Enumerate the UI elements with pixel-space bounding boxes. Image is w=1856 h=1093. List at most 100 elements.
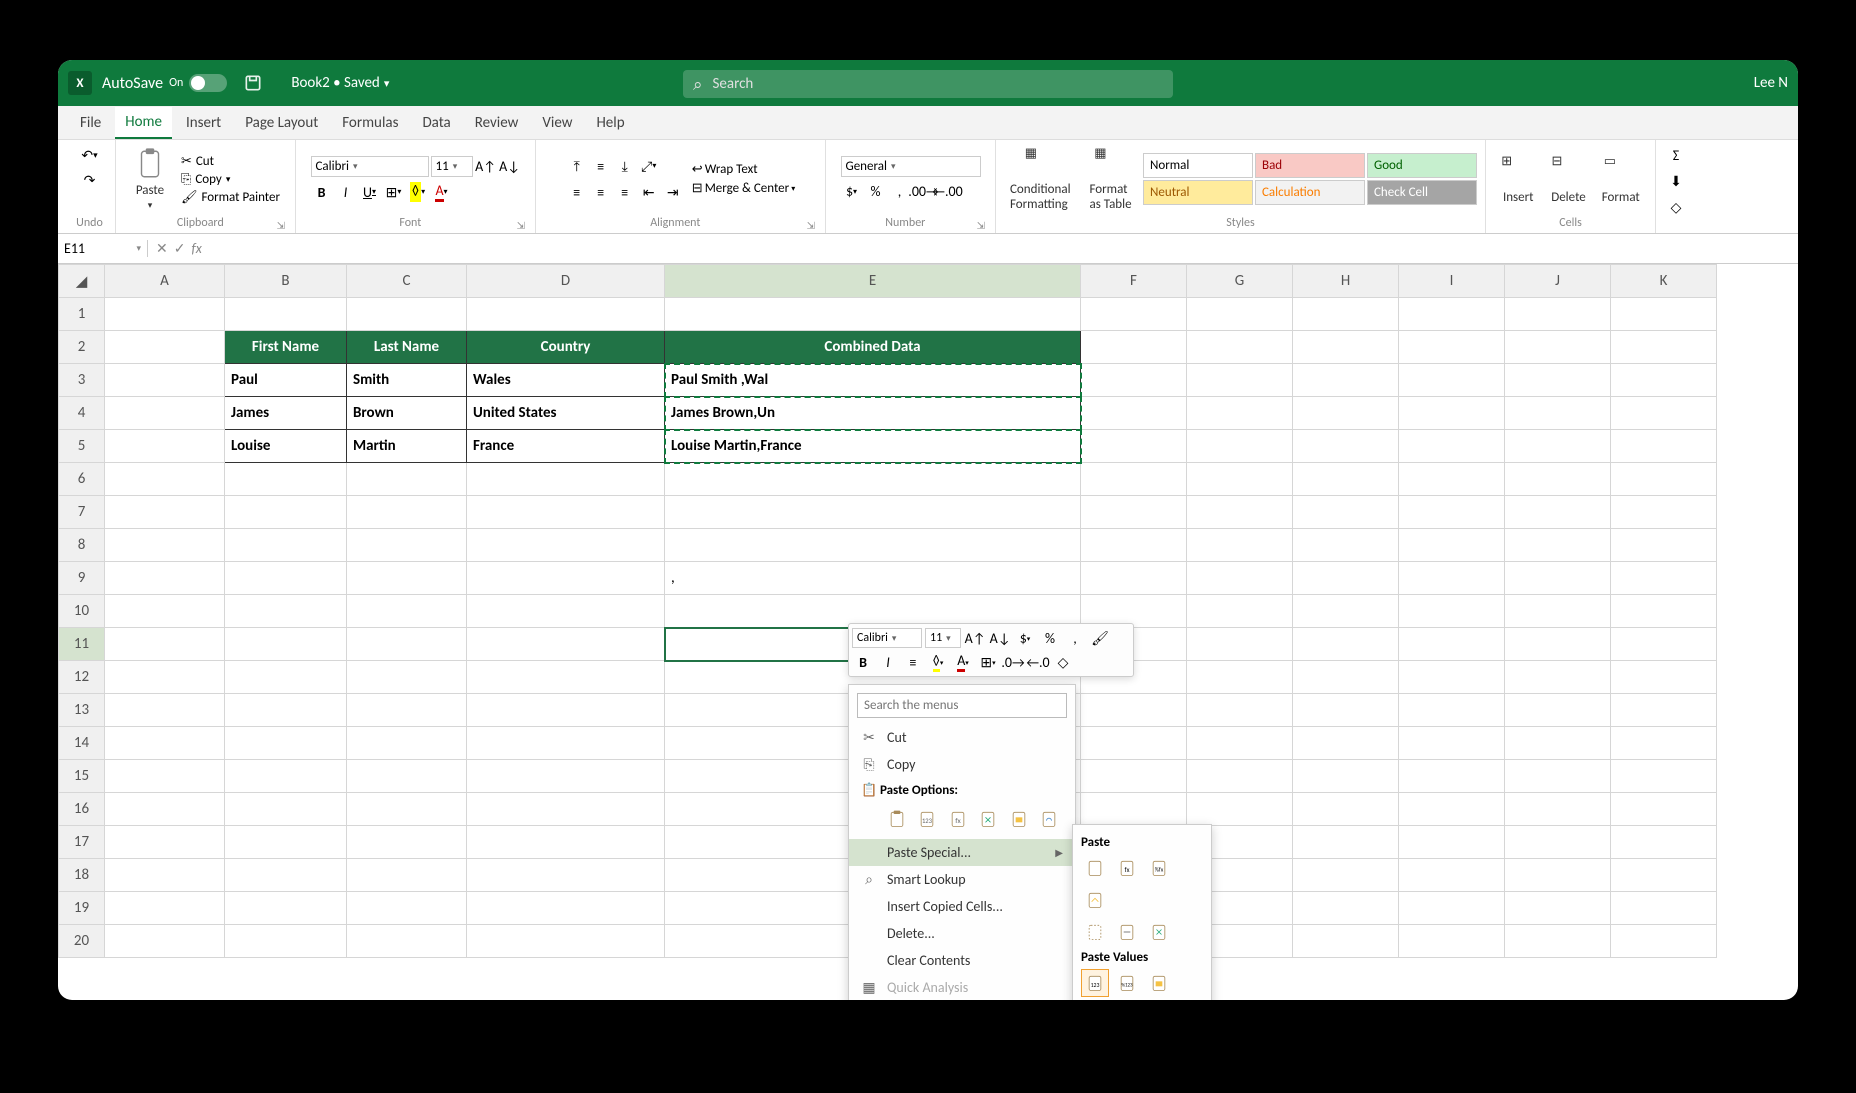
paste-formatting-icon[interactable] (1005, 805, 1033, 833)
cut-button[interactable]: ✂Cut (177, 153, 284, 170)
row-header-8[interactable]: 8 (59, 529, 105, 562)
decrease-decimal-button[interactable]: ←.00 (937, 181, 959, 203)
table-header-first-name[interactable]: First Name (225, 331, 347, 364)
enter-formula-icon[interactable]: ✓ (174, 240, 186, 257)
save-icon[interactable] (243, 73, 263, 93)
col-header-G[interactable]: G (1187, 265, 1293, 298)
ctx-paste-special[interactable]: Paste Special...▶ (849, 839, 1075, 866)
cell-C4[interactable]: Brown (347, 397, 467, 430)
align-center-button[interactable]: ≡ (590, 181, 612, 203)
sub-paste-formulas-number[interactable]: %fx (1145, 854, 1173, 882)
underline-button[interactable]: U▾ (359, 181, 381, 203)
row-header-9[interactable]: 9 (59, 562, 105, 595)
sub-paste-formulas[interactable]: fx (1113, 854, 1141, 882)
fill-button[interactable]: ⬇ (1665, 170, 1687, 192)
cell-D4[interactable]: United States (467, 397, 665, 430)
format-painter-button[interactable]: 🖌Format Painter (177, 189, 284, 206)
select-all-corner[interactable]: ◢ (59, 265, 105, 298)
decrease-indent-button[interactable]: ⇤ (638, 181, 660, 203)
context-search-input[interactable] (857, 693, 1067, 718)
col-header-K[interactable]: K (1611, 265, 1717, 298)
mini-bold[interactable]: B (852, 651, 874, 673)
row-header-19[interactable]: 19 (59, 892, 105, 925)
sub-paste-values-source[interactable] (1145, 969, 1173, 997)
cell-E3[interactable]: Paul Smith ,Wal (665, 364, 1081, 397)
align-top-button[interactable]: ⤒ (566, 155, 588, 177)
cell-C3[interactable]: Smith (347, 364, 467, 397)
align-right-button[interactable]: ≡ (614, 181, 636, 203)
paste-link-icon[interactable] (1036, 805, 1064, 833)
row-header-10[interactable]: 10 (59, 595, 105, 628)
row-header-2[interactable]: 2 (59, 331, 105, 364)
format-as-table-button[interactable]: ▦Format as Table (1084, 144, 1140, 214)
menu-formulas[interactable]: Formulas (332, 108, 408, 138)
bold-button[interactable]: B (311, 181, 333, 203)
clear-button[interactable]: ◇ (1665, 196, 1687, 218)
search-bar[interactable]: Search (683, 70, 1173, 98)
row-header-5[interactable]: 5 (59, 430, 105, 463)
style-bad[interactable]: Bad (1255, 153, 1365, 178)
user-account[interactable]: Lee N (1754, 74, 1788, 92)
comma-button[interactable]: , (889, 181, 911, 203)
paste-button[interactable]: Paste ▾ (127, 145, 173, 213)
table-header-last-name[interactable]: Last Name (347, 331, 467, 364)
number-format-combo[interactable]: General (841, 156, 981, 177)
cell-E5[interactable]: Louise Martin,France (665, 430, 1081, 463)
mini-decrease-font[interactable]: A↓ (989, 627, 1011, 649)
menu-review[interactable]: Review (465, 108, 529, 138)
menu-insert[interactable]: Insert (176, 108, 231, 138)
fill-color-button[interactable]: ◊▾ (407, 181, 429, 203)
format-cells-button[interactable]: ▭Format (1596, 152, 1646, 207)
wrap-text-button[interactable]: ↩Wrap Text (692, 162, 795, 177)
ctx-copy[interactable]: ⎘Copy (849, 751, 1075, 778)
mini-font-color[interactable]: A▾ (952, 651, 974, 673)
paste-transpose-icon[interactable] (975, 805, 1003, 833)
col-header-D[interactable]: D (467, 265, 665, 298)
menu-home[interactable]: Home (115, 107, 172, 139)
row-header-18[interactable]: 18 (59, 859, 105, 892)
alignment-dialog-launcher[interactable]: ⇲ (807, 219, 815, 232)
merge-center-button[interactable]: ⊟Merge & Center▾ (692, 181, 795, 196)
mini-align[interactable]: ≡ (902, 651, 924, 673)
align-bottom-button[interactable]: ⤓ (614, 155, 636, 177)
mini-dec-decimal[interactable]: ←.0 (1027, 651, 1049, 673)
cell-styles-gallery[interactable]: Normal Bad Good Neutral Calculation Chec… (1143, 153, 1477, 205)
menu-file[interactable]: File (70, 108, 111, 138)
mini-comma[interactable]: , (1064, 627, 1086, 649)
row-header-11[interactable]: 11 (59, 628, 105, 661)
fx-icon[interactable]: fx (191, 240, 201, 257)
number-dialog-launcher[interactable]: ⇲ (977, 219, 985, 232)
sub-paste-values-number[interactable]: %123 (1113, 969, 1141, 997)
row-header-20[interactable]: 20 (59, 925, 105, 958)
document-title[interactable]: Book2 • Saved (291, 74, 379, 92)
mini-font-combo[interactable]: Calibri (852, 628, 922, 648)
col-header-J[interactable]: J (1505, 265, 1611, 298)
cell-E4[interactable]: James Brown,Un (665, 397, 1081, 430)
paste-formulas-icon[interactable]: fx (944, 805, 972, 833)
cancel-formula-icon[interactable]: ✕ (156, 240, 168, 257)
table-header-country[interactable]: Country (467, 331, 665, 364)
cell-B4[interactable]: James (225, 397, 347, 430)
mini-border[interactable]: ⊞▾ (977, 651, 999, 673)
cell-D5[interactable]: France (467, 430, 665, 463)
italic-button[interactable]: I (335, 181, 357, 203)
col-header-B[interactable]: B (225, 265, 347, 298)
mini-size-combo[interactable]: 11 (925, 628, 961, 648)
row-header-4[interactable]: 4 (59, 397, 105, 430)
clipboard-dialog-launcher[interactable]: ⇲ (277, 219, 285, 232)
cell-B3[interactable]: Paul (225, 364, 347, 397)
row-header-14[interactable]: 14 (59, 727, 105, 760)
undo-button[interactable]: ↶▾ (79, 144, 101, 166)
row-header-1[interactable]: 1 (59, 298, 105, 331)
row-header-13[interactable]: 13 (59, 694, 105, 727)
align-left-button[interactable]: ≡ (566, 181, 588, 203)
sub-paste-transpose[interactable] (1145, 918, 1173, 946)
border-button[interactable]: ⊞▾ (383, 181, 405, 203)
name-box[interactable]: E11 (58, 240, 148, 257)
paste-all-icon[interactable] (883, 805, 911, 833)
mini-inc-decimal[interactable]: .0→ (1002, 651, 1024, 673)
cell-C5[interactable]: Martin (347, 430, 467, 463)
decrease-font-button[interactable]: A↓ (499, 155, 521, 177)
font-dialog-launcher[interactable]: ⇲ (517, 219, 525, 232)
table-header-combined[interactable]: Combined Data (665, 331, 1081, 364)
